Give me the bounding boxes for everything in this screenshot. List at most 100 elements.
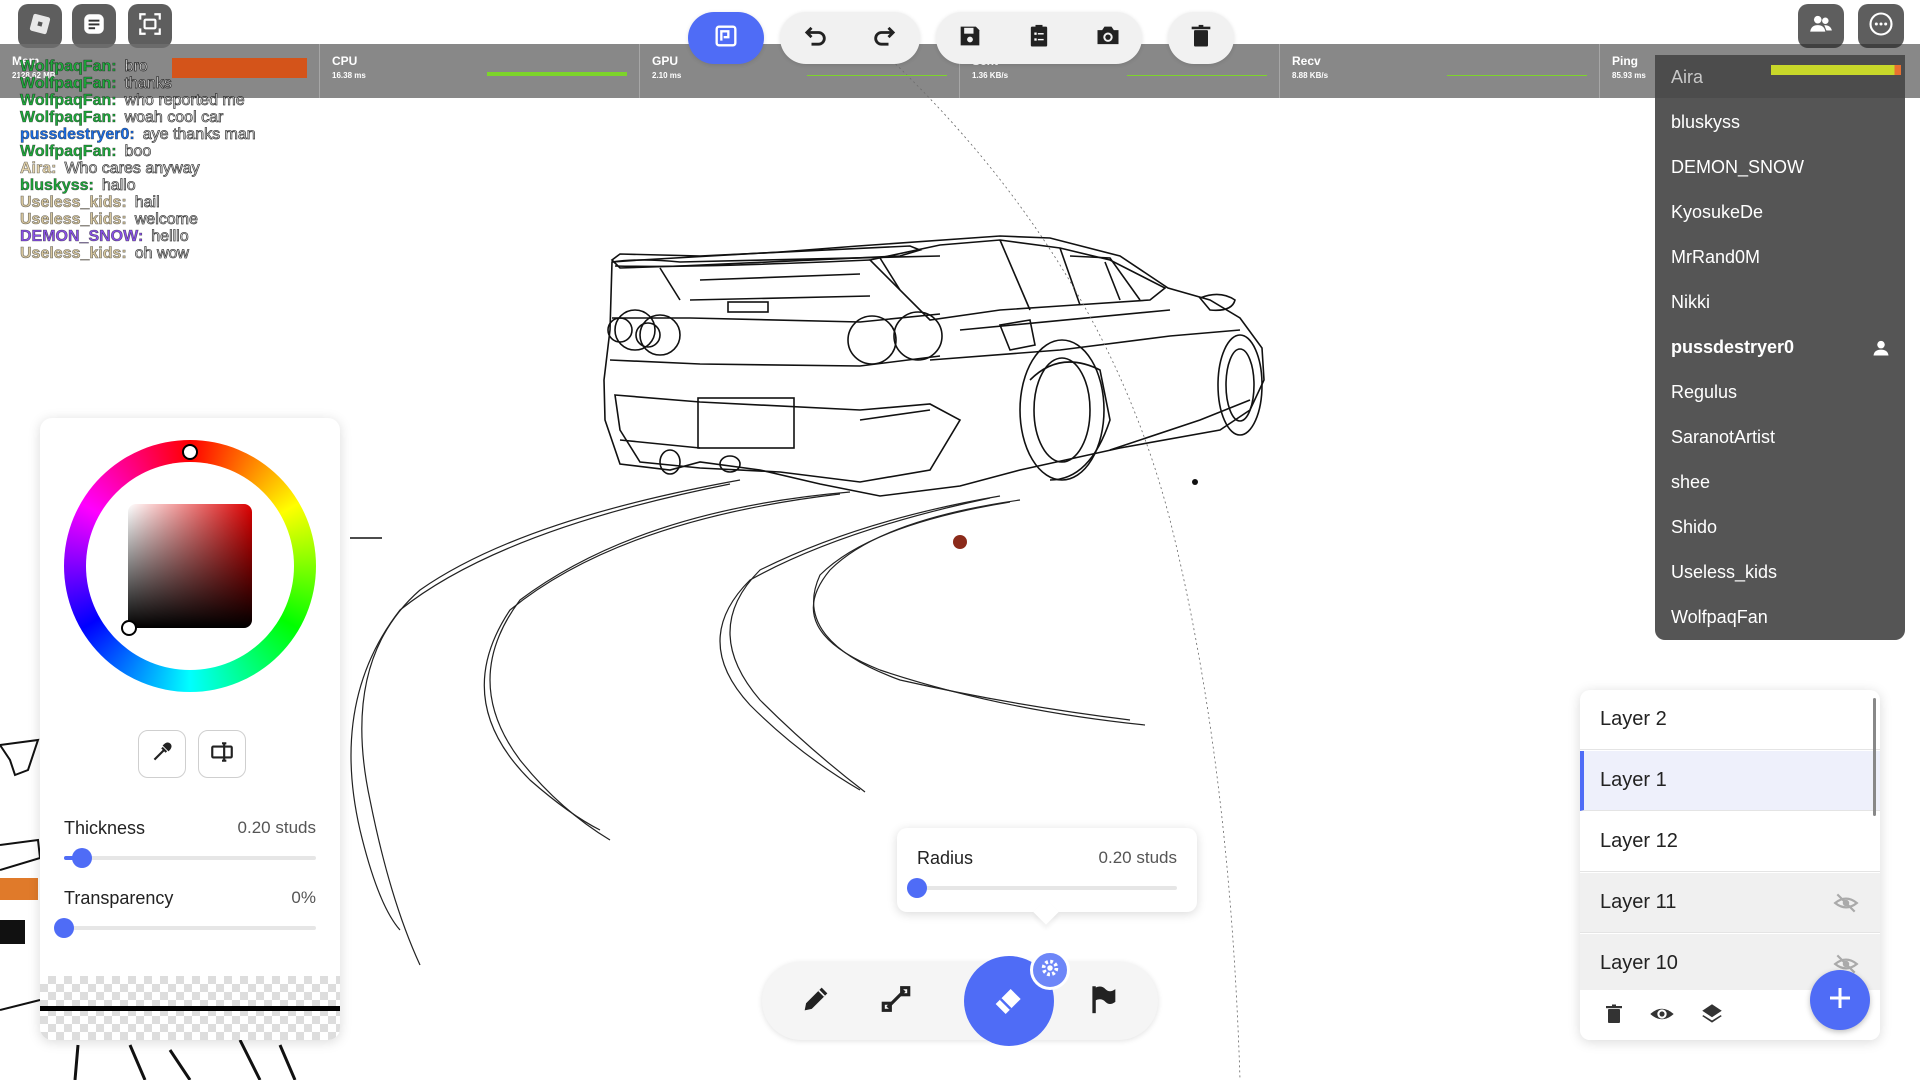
brush-preview (40, 976, 340, 1040)
chat-text: Who cares anyway (64, 160, 200, 178)
chat-text: hail (134, 194, 160, 212)
chat-author[interactable]: WolfpaqFan: (20, 92, 117, 110)
pen-tool-button[interactable] (788, 973, 844, 1029)
chat-author[interactable]: Useless_kids: (20, 245, 127, 263)
layer-item[interactable]: Layer 12 (1580, 812, 1880, 872)
screenshot-button[interactable] (1082, 12, 1134, 64)
player-name: Nikki (1671, 292, 1710, 312)
friend-icon (1871, 338, 1891, 358)
save-button[interactable] (944, 12, 996, 64)
eyedropper-button[interactable] (138, 730, 186, 778)
redo-icon (871, 22, 899, 54)
player-name: shee (1671, 472, 1711, 492)
player-list-item[interactable]: Useless_kids (1655, 550, 1905, 595)
layer-stack-button[interactable] (1696, 1000, 1728, 1032)
chat-author[interactable]: DEMON_SNOW: (20, 228, 144, 246)
save-icon (956, 22, 984, 54)
player-list-item[interactable]: shee (1655, 460, 1905, 505)
chat-author[interactable]: Aira: (20, 160, 57, 178)
roblox-logo-icon (27, 11, 53, 41)
flag-tool-button[interactable] (1076, 973, 1132, 1029)
thickness-slider[interactable] (64, 848, 316, 868)
line-tool-button[interactable] (868, 973, 924, 1029)
stat-value: 85.93 ms (1612, 71, 1646, 80)
add-layer-button[interactable] (1810, 970, 1870, 1030)
radius-slider-thumb[interactable] (907, 878, 927, 898)
transparency-value: 0% (291, 888, 316, 907)
thickness-value: 0.20 studs (237, 818, 316, 837)
stat-graph (1127, 75, 1267, 76)
tool-settings-button[interactable] (1030, 950, 1070, 990)
undo-button[interactable] (789, 12, 841, 64)
chat-toggle-button[interactable] (72, 4, 116, 48)
toggle-layer-visibility-button[interactable] (1646, 1000, 1678, 1032)
text-input-button[interactable] (198, 730, 246, 778)
chat-author[interactable]: WolfpaqFan: (20, 58, 117, 76)
thickness-slider-thumb[interactable] (71, 848, 92, 868)
hue-knob[interactable] (182, 444, 198, 460)
player-name: DEMON_SNOW (1671, 157, 1805, 177)
chat-author[interactable]: WolfpaqFan: (20, 75, 117, 93)
eraser-icon (989, 979, 1029, 1023)
transparency-slider[interactable] (54, 918, 316, 938)
more-options-button[interactable] (1858, 4, 1904, 48)
brush-preview-stroke (40, 1006, 340, 1011)
radius-value: 0.20 studs (1098, 848, 1177, 867)
app-menu-button[interactable] (688, 12, 764, 64)
stat-value: 2.10 ms (652, 71, 682, 80)
player-list-item[interactable]: DEMON_SNOW (1655, 145, 1905, 190)
chat-message: bluskyss: hallo (20, 177, 380, 195)
transparency-slider-thumb[interactable] (54, 918, 74, 938)
chat-message: WolfpaqFan: boo (20, 143, 380, 161)
chat-text: boo (124, 143, 152, 161)
stat-recv[interactable]: Recv 8.88 KB/s (1280, 44, 1600, 98)
player-name: pussdestryer0 (1671, 337, 1795, 357)
chat-author[interactable]: Useless_kids: (20, 211, 127, 229)
chat-author[interactable]: WolfpaqFan: (20, 143, 117, 161)
player-list-item[interactable]: bluskyss (1655, 100, 1905, 145)
color-knob[interactable] (121, 620, 137, 636)
saturation-value-square[interactable] (121, 504, 252, 636)
players-button[interactable] (1798, 4, 1844, 48)
chat-text: who reported me (124, 92, 245, 110)
player-list-item[interactable]: Shido (1655, 505, 1905, 550)
chat-author[interactable]: WolfpaqFan: (20, 109, 117, 127)
player-list-item[interactable]: KyosukeDe (1655, 190, 1905, 235)
radius-slider[interactable] (907, 878, 1177, 898)
trash-icon (1187, 22, 1215, 54)
layer-name: Layer 2 (1600, 708, 1667, 730)
stat-graph (487, 72, 627, 76)
layer-item[interactable]: Layer 2 (1580, 690, 1880, 750)
chat-author[interactable]: bluskyss: (20, 177, 94, 195)
chat-text: woah cool car (124, 109, 224, 127)
layers-icon (1699, 1001, 1725, 1032)
redo-button[interactable] (859, 12, 911, 64)
clear-canvas-button[interactable] (1175, 12, 1227, 64)
chat-author[interactable]: pussdestryer0: (20, 126, 135, 144)
app-logo-icon (712, 22, 740, 54)
layer-item[interactable]: Layer 1 (1580, 751, 1880, 811)
file-toolbar (936, 12, 1142, 64)
player-list-item[interactable]: Nikki (1655, 280, 1905, 325)
layers-scrollbar[interactable] (1873, 698, 1876, 816)
delete-layer-button[interactable] (1598, 1000, 1630, 1032)
eye-off-icon[interactable] (1832, 890, 1860, 916)
player-list-item[interactable]: MrRand0M (1655, 235, 1905, 280)
chat-message: Useless_kids: welcome (20, 211, 380, 229)
chat-text: bro (124, 58, 148, 76)
eyedropper-icon (149, 739, 175, 770)
layer-item[interactable]: Layer 11 (1580, 873, 1880, 933)
radius-label: Radius (917, 848, 974, 868)
clipboard-button[interactable] (1013, 12, 1065, 64)
stat-label: Ping (1612, 54, 1638, 68)
player-list-item[interactable]: WolfpaqFan (1655, 595, 1905, 640)
player-list-item[interactable]: Regulus (1655, 370, 1905, 415)
fullscreen-button[interactable] (128, 4, 172, 48)
player-list-item[interactable]: pussdestryer0 (1655, 325, 1905, 370)
player-name: WolfpaqFan (1671, 607, 1768, 627)
chat-author[interactable]: Useless_kids: (20, 194, 127, 212)
roblox-menu-button[interactable] (18, 4, 62, 48)
player-list-item[interactable]: SaranotArtist (1655, 415, 1905, 460)
stat-label: Recv (1292, 54, 1321, 68)
player-list-item[interactable]: Aira (1655, 55, 1905, 100)
